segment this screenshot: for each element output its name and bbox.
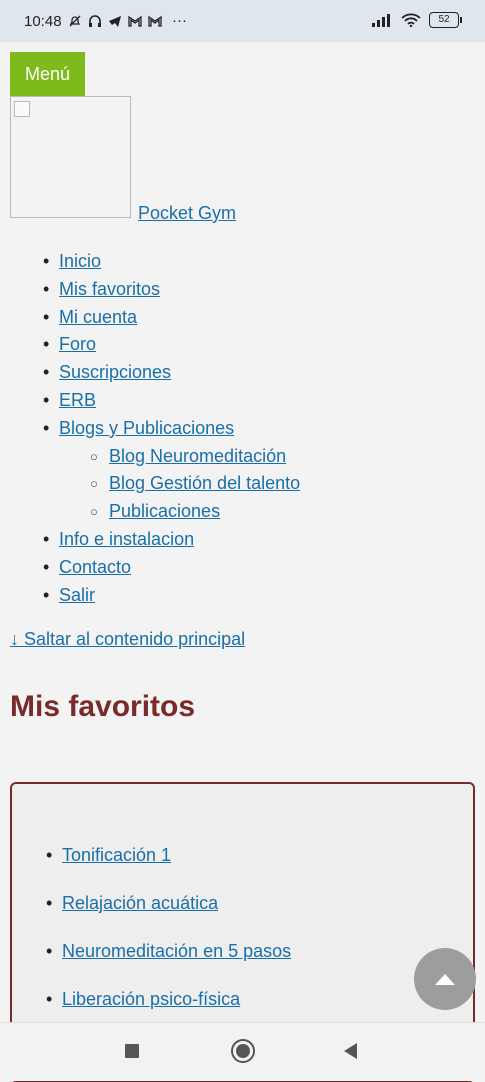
menu-button[interactable]: Menú bbox=[10, 52, 85, 96]
nav-submenu-blogs: Blog Neuromeditación Blog Gestión del ta… bbox=[59, 443, 300, 526]
nav-link-info-instalacion[interactable]: Info e instalacion bbox=[59, 529, 194, 549]
wifi-icon bbox=[401, 13, 421, 27]
favorite-link[interactable]: Neuromeditación en 5 pasos bbox=[62, 941, 291, 961]
broken-image-icon bbox=[14, 101, 30, 117]
battery-icon: 52 bbox=[429, 12, 462, 28]
skip-to-content-link[interactable]: ↓ Saltar al contenido principal bbox=[10, 629, 245, 650]
home-circle-icon[interactable] bbox=[230, 1038, 256, 1064]
telegram-icon bbox=[109, 15, 121, 27]
favorites-list: Tonificación 1 Relajación acuática Neuro… bbox=[0, 843, 291, 1035]
nav-link-mi-cuenta[interactable]: Mi cuenta bbox=[59, 307, 137, 327]
nav-link-suscripciones[interactable]: Suscripciones bbox=[59, 362, 171, 382]
nav-item-inicio: Inicio bbox=[0, 248, 300, 276]
arrow-up-icon bbox=[435, 974, 455, 985]
favorite-link[interactable]: Tonificación 1 bbox=[62, 845, 171, 865]
nav-item-info: Info e instalacion bbox=[0, 526, 300, 554]
system-icons: 52 bbox=[371, 12, 462, 28]
scroll-to-top-button[interactable] bbox=[414, 948, 476, 1010]
gmail-icon bbox=[128, 15, 142, 27]
nav-link-blog-gestion-talento[interactable]: Blog Gestión del talento bbox=[109, 473, 300, 493]
signal-icon bbox=[372, 14, 390, 27]
nav-link-foro[interactable]: Foro bbox=[59, 334, 96, 354]
nav-link-blog-neuromeditacion[interactable]: Blog Neuromeditación bbox=[109, 446, 286, 466]
nav-item-foro: Foro bbox=[0, 331, 300, 359]
gmail-icon bbox=[148, 15, 162, 27]
nav-item-suscripciones: Suscripciones bbox=[0, 359, 300, 387]
nav-subitem: Publicaciones bbox=[59, 498, 300, 526]
headphones-icon bbox=[89, 14, 101, 27]
site-name-link[interactable]: Pocket Gym bbox=[138, 203, 236, 224]
nav-item-blogs: Blogs y Publicaciones Blog Neuromeditaci… bbox=[0, 415, 300, 526]
nav-link-mis-favoritos[interactable]: Mis favoritos bbox=[59, 279, 160, 299]
nav-link-inicio[interactable]: Inicio bbox=[59, 251, 101, 271]
nav-item-contacto: Contacto bbox=[0, 554, 300, 582]
nav-item-erb: ERB bbox=[0, 387, 300, 415]
nav-subitem: Blog Neuromeditación bbox=[59, 443, 300, 471]
system-navigation-bar bbox=[0, 1022, 485, 1081]
mute-bell-icon bbox=[69, 15, 81, 26]
more-notifications-indicator: ··· bbox=[172, 12, 187, 29]
nav-item-mis-favoritos: Mis favoritos bbox=[0, 276, 300, 304]
status-bar: 10:48 ··· 52 bbox=[0, 0, 485, 42]
back-triangle-icon[interactable] bbox=[342, 1041, 358, 1061]
site-logo-image[interactable] bbox=[10, 96, 131, 218]
nav-subitem: Blog Gestión del talento bbox=[59, 470, 300, 498]
nav-item-salir: Salir bbox=[0, 582, 300, 610]
nav-link-erb[interactable]: ERB bbox=[59, 390, 96, 410]
list-item: Tonificación 1 bbox=[0, 843, 291, 891]
nav-link-publicaciones[interactable]: Publicaciones bbox=[109, 501, 220, 521]
page-title: Mis favoritos bbox=[10, 690, 196, 723]
favorite-link[interactable]: Liberación psico-física bbox=[62, 989, 240, 1009]
nav-link-blogs-publicaciones[interactable]: Blogs y Publicaciones bbox=[59, 418, 234, 438]
nav-link-contacto[interactable]: Contacto bbox=[59, 557, 131, 577]
main-navigation: Inicio Mis favoritos Mi cuenta Foro Susc… bbox=[0, 248, 300, 609]
notification-icons: ··· bbox=[68, 12, 187, 29]
nav-link-salir[interactable]: Salir bbox=[59, 585, 95, 605]
list-item: Neuromeditación en 5 pasos bbox=[0, 939, 291, 987]
recents-square-icon[interactable] bbox=[124, 1041, 140, 1061]
nav-item-mi-cuenta: Mi cuenta bbox=[0, 304, 300, 332]
status-time: 10:48 bbox=[24, 13, 62, 30]
favorite-link[interactable]: Relajación acuática bbox=[62, 893, 218, 913]
list-item: Relajación acuática bbox=[0, 891, 291, 939]
